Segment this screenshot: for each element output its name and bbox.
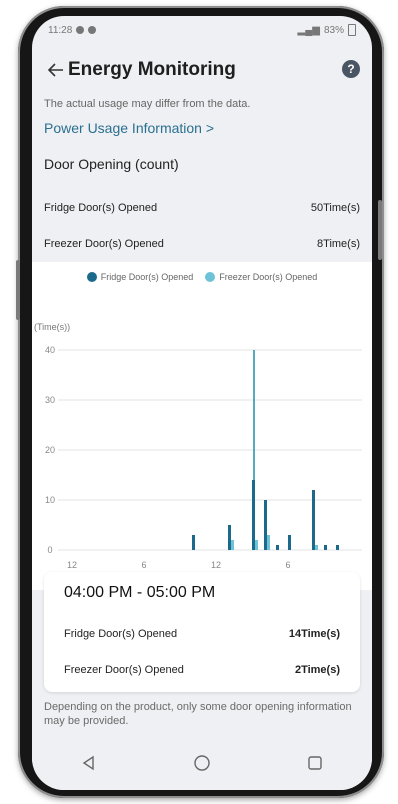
legend-freezer-dot [205, 272, 216, 282]
selected-hour-summary: 04:00 PM - 05:00 PM Fridge Door(s) Opene… [44, 572, 360, 692]
legend-fridge: Fridge Door(s) Opened [86, 272, 194, 282]
signal-icon: ▂▄▆ [297, 24, 320, 36]
chart-legend: Fridge Door(s) Opened Freezer Door(s) Op… [32, 272, 372, 282]
legend-freezer: Freezer Door(s) Opened [205, 272, 317, 282]
summary-time-range: 04:00 PM - 05:00 PM [64, 584, 216, 601]
volume-button [16, 260, 20, 320]
recents-nav-icon[interactable] [298, 746, 332, 780]
chart-panel: Fridge Door(s) Opened Freezer Door(s) Op… [32, 262, 372, 590]
summary-fridge-row: Fridge Door(s) Opened 14Time(s) [64, 628, 340, 640]
back-nav-icon[interactable] [72, 746, 106, 780]
usage-note: The actual usage may differ from the dat… [44, 98, 251, 110]
disclaimer-text: Depending on the product, only some door… [44, 701, 352, 727]
y-tick-label: 20 [45, 445, 55, 455]
y-tick-label: 30 [45, 395, 55, 405]
fridge-row: Fridge Door(s) Opened 50Time(s) [44, 202, 360, 214]
fridge-bar[interactable] [252, 480, 255, 550]
screen: 11:28 ▂▄▆ 83% Energy Monitoring ? The ac… [32, 16, 372, 790]
freezer-label: Freezer Door(s) Opened [44, 238, 164, 250]
fridge-bar[interactable] [312, 490, 315, 550]
battery-icon [348, 24, 356, 36]
freezer-row: Freezer Door(s) Opened 8Time(s) [44, 238, 360, 250]
y-axis-label: (Time(s)) [34, 322, 70, 332]
freezer-bar[interactable] [267, 535, 270, 550]
y-tick-label: 10 [45, 495, 55, 505]
fridge-bar[interactable] [288, 535, 291, 550]
x-tick-label: 12 [211, 560, 221, 570]
x-tick-label: 6 [285, 560, 290, 570]
fridge-bar[interactable] [324, 545, 327, 550]
y-tick-label: 40 [45, 345, 55, 355]
x-tick-label: 12 [67, 560, 77, 570]
freezer-bar[interactable] [231, 540, 234, 550]
fridge-value: 50Time(s) [310, 202, 360, 214]
legend-freezer-label: Freezer Door(s) Opened [219, 272, 318, 282]
fridge-label: Fridge Door(s) Opened [44, 202, 158, 214]
fridge-bar[interactable] [264, 500, 267, 550]
sync-icon [88, 26, 97, 34]
y-tick-label: 0 [47, 545, 52, 555]
battery-percent: 83% [323, 24, 344, 36]
fridge-bar[interactable] [192, 535, 195, 550]
help-icon[interactable]: ? [342, 60, 360, 78]
summary-fridge-label: Fridge Door(s) Opened [64, 628, 178, 640]
fridge-bar[interactable] [336, 545, 339, 550]
freezer-bar[interactable] [255, 540, 258, 550]
summary-freezer-row: Freezer Door(s) Opened 2Time(s) [64, 664, 340, 676]
legend-fridge-dot [86, 272, 97, 282]
power-usage-link[interactable]: Power Usage Information > [44, 120, 214, 136]
system-nav-bar [32, 736, 372, 790]
app-header: Energy Monitoring ? [32, 56, 372, 84]
fridge-bar[interactable] [228, 525, 231, 550]
summary-freezer-label: Freezer Door(s) Opened [64, 664, 184, 676]
status-bar: 11:28 ▂▄▆ 83% [48, 22, 356, 38]
summary-fridge-value: 14Time(s) [288, 628, 340, 640]
freezer-bar[interactable] [315, 545, 318, 550]
page-title: Energy Monitoring [68, 59, 236, 80]
summary-freezer-value: 2Time(s) [294, 664, 340, 676]
door-opening-chart[interactable]: (Time(s)) 0 10 20 30 40 12 6 12 6 [32, 262, 372, 590]
legend-fridge-label: Fridge Door(s) Opened [100, 272, 194, 282]
back-arrow-icon[interactable] [44, 58, 68, 82]
x-tick-label: 6 [141, 560, 146, 570]
home-nav-icon[interactable] [185, 746, 219, 780]
freezer-value: 8Time(s) [317, 238, 360, 250]
status-time: 11:28 [48, 24, 73, 36]
notification-icon [76, 26, 85, 34]
fridge-bar[interactable] [276, 545, 279, 550]
power-button [378, 200, 382, 260]
section-title: Door Opening (count) [44, 156, 179, 172]
